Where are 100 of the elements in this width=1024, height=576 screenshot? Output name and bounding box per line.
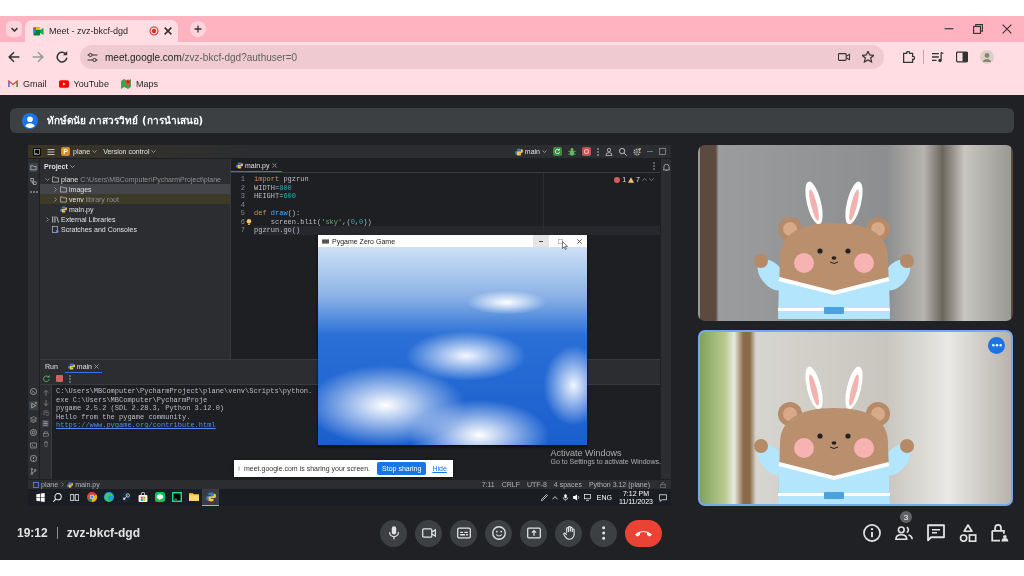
close-icon[interactable] (576, 238, 582, 244)
participant-count-badge: 3 (900, 511, 912, 523)
trash-icon[interactable] (42, 441, 49, 447)
close-icon[interactable] (1002, 24, 1012, 34)
hand-icon (561, 526, 576, 540)
close-icon[interactable] (94, 363, 100, 369)
notification-icon[interactable] (659, 493, 667, 502)
plus-icon (194, 25, 202, 33)
lightbulb-icon[interactable] (246, 218, 252, 225)
back-icon[interactable] (8, 51, 20, 63)
video-camera-icon (33, 25, 44, 37)
alert-circle-icon[interactable] (30, 455, 37, 462)
caret-down-icon (69, 164, 75, 169)
search-icon[interactable] (619, 147, 627, 156)
bookmark-link[interactable]: Maps (120, 78, 158, 89)
lock-icon[interactable] (660, 481, 666, 488)
task-view-icon[interactable] (70, 493, 79, 502)
address-field[interactable]: meet.google.com/zvz-bkcf-dgd?authuser=0 (80, 45, 884, 69)
target-icon[interactable] (30, 429, 37, 436)
captions-button[interactable] (450, 519, 477, 547)
chevron-right-icon[interactable] (53, 196, 58, 202)
layers-icon[interactable] (30, 416, 37, 423)
envelope-icon (8, 78, 18, 89)
present-button[interactable] (520, 519, 547, 547)
shapes-icon[interactable] (959, 524, 977, 542)
python-file-icon (67, 481, 74, 488)
profile-avatar-icon[interactable] (980, 50, 994, 64)
sliders-icon[interactable] (87, 51, 98, 63)
more-options-button[interactable] (590, 519, 617, 547)
bookmark-link[interactable]: YouTube (58, 78, 109, 89)
terminal-icon[interactable] (30, 442, 37, 449)
microphone-button[interactable] (380, 519, 407, 547)
maximize-icon[interactable] (557, 238, 563, 244)
people-icon[interactable] (895, 524, 913, 542)
chevron-right-icon[interactable] (45, 216, 50, 222)
error-icon (614, 176, 621, 183)
camera-button[interactable] (415, 519, 442, 547)
restore-icon[interactable] (659, 148, 666, 155)
person-icon[interactable] (605, 147, 613, 156)
structure-icon[interactable] (30, 178, 37, 185)
list-icon[interactable] (42, 420, 49, 427)
python-file-icon (60, 205, 67, 213)
video-camera-icon[interactable] (838, 51, 850, 63)
close-icon[interactable] (271, 162, 277, 168)
chevron-right-icon[interactable] (53, 186, 58, 192)
chat-icon[interactable] (927, 524, 945, 542)
music-list-icon[interactable] (932, 51, 944, 63)
activation-title: Activate Windows (550, 448, 623, 458)
reactions-button[interactable] (485, 519, 512, 547)
puzzle-icon[interactable] (903, 51, 915, 63)
meeting-time: 19:12 (17, 526, 48, 540)
search-icon[interactable] (53, 493, 62, 502)
chevron-down-icon[interactable] (45, 176, 50, 182)
chevron-down-icon (10, 26, 18, 32)
star-icon[interactable] (862, 51, 874, 63)
taskbar-app[interactable] (202, 489, 219, 506)
prompt-circle-icon[interactable] (30, 388, 37, 395)
start-icon[interactable] (36, 493, 45, 502)
drag-handle-icon[interactable] (238, 466, 240, 471)
folder-icon[interactable] (29, 163, 38, 172)
monitor-icon[interactable] (583, 494, 591, 501)
python-file-icon (514, 147, 523, 156)
speaker-icon[interactable] (572, 494, 580, 501)
lock-person-icon[interactable] (991, 524, 1009, 542)
printer-icon[interactable] (42, 431, 49, 437)
bookmark-link[interactable]: Gmail (8, 78, 47, 89)
minimize-icon[interactable] (944, 28, 954, 30)
info-icon[interactable] (863, 524, 881, 542)
present-screen-icon (526, 526, 541, 540)
menu-icon[interactable] (47, 147, 55, 156)
play-icon (58, 78, 69, 89)
window-icon (322, 237, 329, 245)
browser-tab[interactable]: Meet - zvz-bkcf-dgd (25, 20, 178, 42)
play-icon[interactable] (29, 401, 38, 410)
side-panel-icon[interactable] (956, 51, 968, 63)
raise-hand-button[interactable] (555, 519, 582, 547)
chevron-up-icon[interactable] (551, 494, 558, 501)
tab-search-button[interactable] (6, 21, 22, 37)
more-options-button[interactable] (988, 337, 1005, 354)
branch-icon[interactable] (30, 468, 37, 475)
stop-icon[interactable] (582, 147, 591, 156)
new-tab-button[interactable] (190, 21, 206, 37)
reload-icon[interactable] (56, 51, 68, 63)
bug-icon[interactable] (568, 147, 576, 156)
settings-icon[interactable] (633, 147, 641, 156)
pen-icon[interactable] (540, 494, 548, 501)
user-avatar-icon (22, 112, 38, 129)
caret-down-icon (542, 149, 547, 154)
minimize-icon[interactable] (539, 240, 543, 242)
restore-icon[interactable] (973, 24, 983, 34)
bell-icon[interactable] (662, 164, 670, 171)
rerun-icon[interactable] (553, 147, 562, 156)
caret-down-icon (151, 149, 157, 154)
leave-call-button[interactable] (625, 519, 662, 547)
speech-bubble-icon (154, 492, 165, 502)
close-icon[interactable] (164, 27, 172, 35)
microphone-icon[interactable] (561, 494, 569, 501)
rerun-icon[interactable] (43, 375, 50, 382)
module-icon (33, 481, 39, 488)
video-camera-icon (421, 526, 436, 540)
